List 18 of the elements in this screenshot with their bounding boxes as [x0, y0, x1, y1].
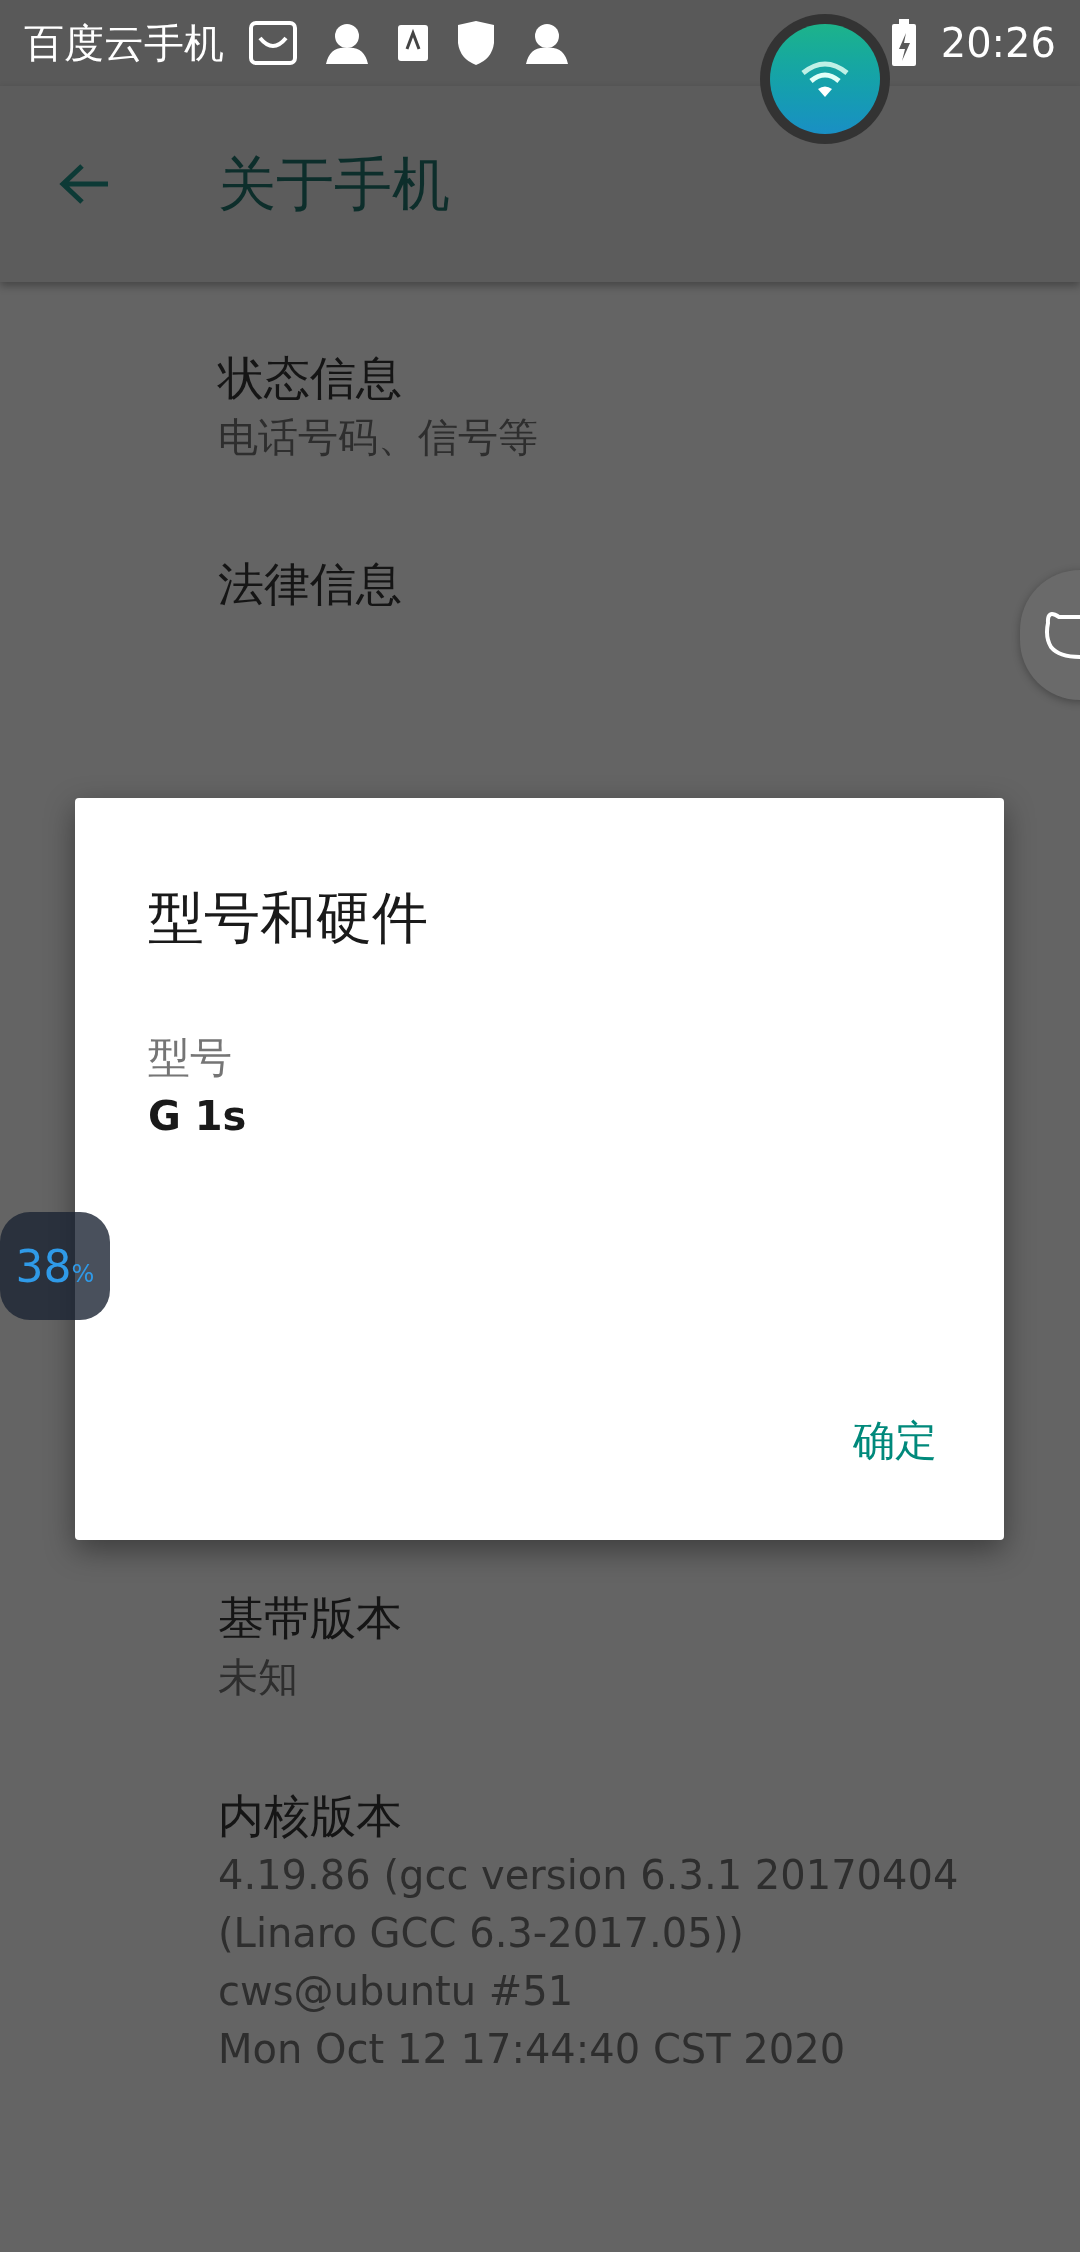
setting-title[interactable]: 法律信息 [218, 554, 402, 614]
field-value: G 1s [148, 1092, 248, 1141]
setting-title[interactable]: 内核版本 [218, 1786, 402, 1846]
setting-title[interactable]: 基带版本 [218, 1588, 402, 1648]
dialog-title: 型号和硬件 [148, 884, 429, 952]
memory-percent: 38% [15, 1240, 95, 1294]
back-arrow-icon [58, 162, 110, 206]
screen-title: 关于手机 [218, 148, 450, 220]
ok-button[interactable]: 确定 [829, 1397, 961, 1484]
battery-icon [890, 19, 917, 67]
clock: 20:26 [940, 19, 1056, 68]
wifi-icon [799, 59, 851, 99]
card-icon [396, 23, 430, 63]
tray-icon [248, 20, 298, 66]
app-name: 百度云手机 [24, 19, 224, 68]
setting-title[interactable]: 状态信息 [218, 348, 402, 408]
memory-badge[interactable]: 38% [0, 1212, 110, 1320]
field-label: 型号 [148, 1032, 233, 1084]
